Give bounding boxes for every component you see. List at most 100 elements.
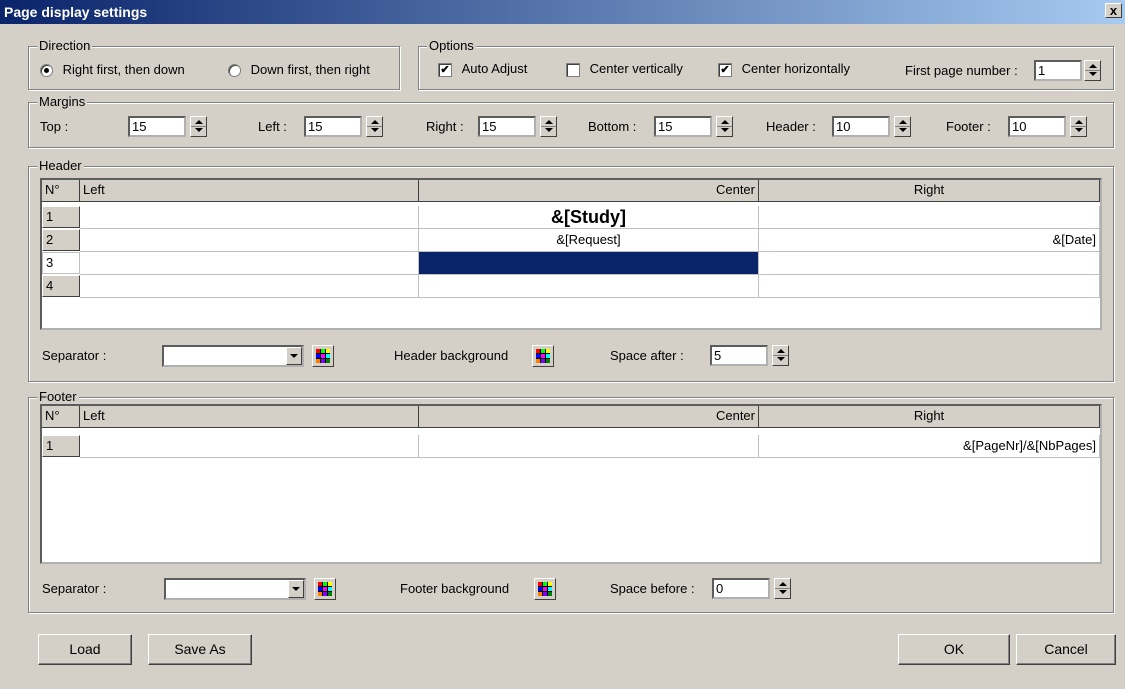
close-button[interactable]: x [1105, 3, 1122, 18]
auto-adjust-label: Auto Adjust [461, 61, 528, 76]
margins-label: Margins [37, 94, 88, 109]
footer-grid[interactable]: N° Left Center Right 1 &[PageNr]/&[NbPag… [40, 404, 1102, 564]
load-button[interactable]: Load [38, 634, 132, 665]
color-palette-icon [538, 582, 552, 596]
header-margin-spinner[interactable] [894, 116, 911, 137]
header-row2-center[interactable]: &[Request] [419, 229, 759, 252]
column-header-center[interactable]: Center [419, 406, 759, 428]
checkmark-icon: ✔ [438, 62, 452, 77]
checkbox-empty-icon [566, 62, 580, 77]
chevron-down-icon[interactable] [288, 580, 304, 598]
header-row2-right[interactable]: &[Date] [759, 229, 1100, 252]
header-row2-left[interactable] [80, 229, 419, 252]
row-header-1[interactable]: 1 [42, 206, 80, 228]
bottom-margin-input[interactable]: 15 [654, 116, 712, 137]
header-grid[interactable]: N° Left Center Right 1 &[Study] 2 &[Requ… [40, 178, 1102, 330]
space-after-input[interactable]: 5 [710, 345, 768, 366]
column-header-center[interactable]: Center [419, 180, 759, 202]
header-margin-label: Header : [766, 119, 816, 134]
radio-right-first[interactable]: Right first, then down [40, 62, 185, 78]
color-palette-icon [318, 582, 332, 596]
center-vertically-label: Center vertically [589, 61, 683, 76]
radio-down-first[interactable]: Down first, then right [228, 62, 370, 78]
column-header-number[interactable]: N° [42, 406, 80, 428]
footer-row1-left[interactable] [80, 435, 419, 458]
top-margin-label: Top : [40, 119, 69, 134]
top-margin-input[interactable]: 15 [128, 116, 186, 137]
right-margin-input[interactable]: 15 [478, 116, 536, 137]
radio-right-first-label: Right first, then down [62, 62, 185, 77]
header-row3-right[interactable] [759, 252, 1100, 275]
left-margin-input[interactable]: 15 [304, 116, 362, 137]
space-before-input[interactable]: 0 [712, 578, 770, 599]
space-before-spinner[interactable] [774, 578, 791, 599]
space-before-label: Space before : [610, 581, 695, 596]
footer-margin-input[interactable]: 10 [1008, 116, 1066, 137]
right-margin-spinner[interactable] [540, 116, 557, 137]
header-background-color-button[interactable] [532, 345, 554, 367]
center-horizontally-label: Center horizontally [741, 61, 851, 76]
direction-label: Direction [37, 38, 93, 53]
space-after-spinner[interactable] [772, 345, 789, 366]
header-row4-left[interactable] [80, 275, 419, 298]
options-label: Options [427, 38, 476, 53]
header-row1-right[interactable] [759, 206, 1100, 229]
row-header-4[interactable]: 4 [42, 275, 80, 297]
footer-separator-color-button[interactable] [314, 578, 336, 600]
row-header-1[interactable]: 1 [42, 435, 80, 457]
save-as-button[interactable]: Save As [148, 634, 252, 665]
color-palette-icon [536, 349, 550, 363]
header-background-label: Header background [394, 348, 509, 363]
column-header-right[interactable]: Right [759, 406, 1100, 428]
header-row4-center[interactable] [419, 275, 759, 298]
space-after-label: Space after : [610, 348, 684, 363]
radio-down-first-label: Down first, then right [250, 62, 370, 77]
center-vertically-checkbox[interactable]: Center vertically [566, 61, 683, 77]
left-margin-spinner[interactable] [366, 116, 383, 137]
left-margin-label: Left : [258, 119, 287, 134]
header-separator-dropdown[interactable] [162, 345, 304, 367]
cancel-button[interactable]: Cancel [1016, 634, 1116, 665]
first-page-number-spinner[interactable] [1084, 60, 1101, 81]
auto-adjust-checkbox[interactable]: ✔ Auto Adjust [438, 61, 527, 77]
footer-background-label: Footer background [400, 581, 510, 596]
radio-icon [228, 64, 241, 78]
footer-margin-spinner[interactable] [1070, 116, 1087, 137]
header-margin-input[interactable]: 10 [832, 116, 890, 137]
header-row1-left[interactable] [80, 206, 419, 229]
header-group-label: Header [37, 158, 84, 173]
right-margin-label: Right : [426, 119, 464, 134]
checkmark-icon: ✔ [718, 62, 732, 77]
footer-row1-center[interactable] [419, 435, 759, 458]
window-title: Page display settings [4, 4, 148, 20]
header-row3-center-selected[interactable] [419, 252, 759, 275]
header-separator-color-button[interactable] [312, 345, 334, 367]
row-header-2[interactable]: 2 [42, 229, 80, 251]
header-row4-right[interactable] [759, 275, 1100, 298]
ok-button[interactable]: OK [898, 634, 1010, 665]
header-separator-label: Separator : [42, 348, 107, 363]
header-row1-center[interactable]: &[Study] [419, 206, 759, 229]
footer-row1-right[interactable]: &[PageNr]/&[NbPages] [759, 435, 1100, 458]
footer-background-color-button[interactable] [534, 578, 556, 600]
center-horizontally-checkbox[interactable]: ✔ Center horizontally [718, 61, 850, 77]
footer-separator-label: Separator : [42, 581, 107, 596]
bottom-margin-label: Bottom : [588, 119, 637, 134]
color-palette-icon [316, 349, 330, 363]
top-margin-spinner[interactable] [190, 116, 207, 137]
column-header-right[interactable]: Right [759, 180, 1100, 202]
radio-icon [40, 64, 53, 78]
first-page-number-label: First page number : [905, 63, 1018, 78]
bottom-margin-spinner[interactable] [716, 116, 733, 137]
title-bar: Page display settings x [0, 0, 1125, 24]
column-header-left[interactable]: Left [80, 406, 419, 428]
footer-margin-label: Footer : [946, 119, 991, 134]
row-header-3[interactable]: 3 [42, 252, 80, 274]
column-header-left[interactable]: Left [80, 180, 419, 202]
first-page-number-input[interactable]: 1 [1034, 60, 1082, 81]
footer-group-label: Footer [37, 389, 79, 404]
column-header-number[interactable]: N° [42, 180, 80, 202]
footer-separator-dropdown[interactable] [164, 578, 306, 600]
header-row3-left[interactable] [80, 252, 419, 275]
chevron-down-icon[interactable] [286, 347, 302, 365]
